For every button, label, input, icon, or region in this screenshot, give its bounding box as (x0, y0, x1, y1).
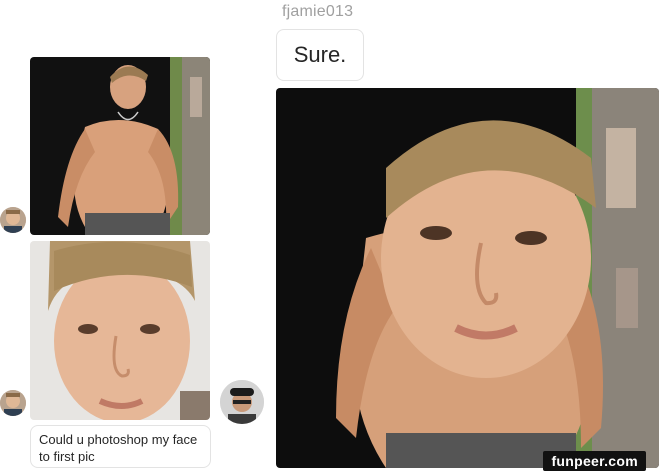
message-text: Sure. (293, 42, 347, 67)
message-text: Could u photoshop my face to first pic (39, 432, 198, 464)
recipient-avatar[interactable] (220, 380, 264, 424)
watermark: funpeer.com (543, 451, 646, 471)
message-photo-original[interactable] (30, 57, 210, 235)
message-photo-edited[interactable] (276, 88, 659, 468)
user-avatar-icon (0, 390, 26, 416)
user-avatar-icon (0, 207, 26, 233)
message-bubble-request: Could u photoshop my face to first pic (30, 425, 211, 468)
message-bubble-reply: Sure. (276, 29, 364, 81)
message-photo-face[interactable] (30, 241, 210, 420)
sender-avatar[interactable] (0, 207, 26, 233)
user-avatar-icon (220, 380, 264, 424)
sender-avatar[interactable] (0, 390, 26, 416)
face-closeup-photo-icon (30, 241, 210, 420)
chat-username[interactable]: fjamie013 (282, 3, 353, 21)
shirtless-man-photo-icon (30, 57, 210, 235)
edited-photo-icon (276, 88, 659, 468)
